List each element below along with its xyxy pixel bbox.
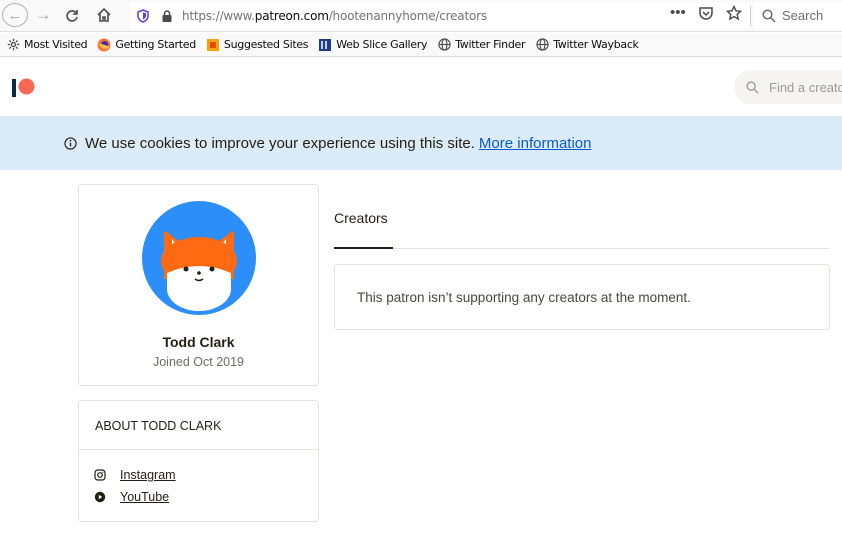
bookmark-most-visited[interactable]: Most Visited bbox=[6, 38, 88, 52]
globe-icon bbox=[535, 38, 549, 52]
browser-search-placeholder: Search bbox=[782, 8, 824, 23]
social-link-youtube: YouTube bbox=[94, 490, 169, 504]
patreon-logo[interactable] bbox=[12, 78, 36, 98]
site-header: Find a creator bbox=[0, 58, 842, 116]
reload-icon bbox=[66, 10, 78, 22]
social-link-instagram: Instagram bbox=[94, 468, 176, 482]
url-text: https://www.patreon.com/hootenannyhome/c… bbox=[182, 8, 487, 23]
about-title: ABOUT TODD CLARK bbox=[95, 419, 222, 433]
gear-icon bbox=[6, 38, 20, 52]
profile-joined-date: Joined Oct 2019 bbox=[152, 355, 245, 369]
bookmark-web-slice-gallery[interactable]: Web Slice Gallery bbox=[318, 38, 428, 52]
about-divider bbox=[79, 449, 318, 450]
bookmark-getting-started[interactable]: Getting Started bbox=[97, 38, 196, 52]
address-actions: ••• bbox=[670, 4, 742, 21]
browser-search-box[interactable]: Search bbox=[754, 2, 842, 29]
lock-icon[interactable] bbox=[160, 9, 174, 23]
globe-icon bbox=[437, 38, 451, 52]
suggested-sites-icon bbox=[206, 38, 220, 52]
cookie-banner: We use cookies to improve your experienc… bbox=[0, 116, 842, 170]
bookmark-star-icon[interactable] bbox=[725, 4, 742, 21]
cookie-message: We use cookies to improve your experienc… bbox=[85, 134, 475, 152]
browser-toolbar: ← → https://www.patreon.com/hootenannyho… bbox=[0, 0, 842, 32]
firefox-icon bbox=[97, 38, 111, 52]
profile-name: Todd Clark bbox=[162, 334, 235, 350]
more-information-link[interactable]: More information bbox=[479, 135, 592, 152]
pocket-icon[interactable] bbox=[698, 5, 714, 21]
profile-card: Todd Clark Joined Oct 2019 bbox=[78, 184, 319, 386]
tracking-shield-icon[interactable] bbox=[136, 8, 150, 23]
search-icon bbox=[746, 80, 759, 94]
info-icon bbox=[64, 136, 77, 150]
instagram-icon bbox=[94, 469, 106, 481]
web-slice-icon bbox=[318, 38, 332, 52]
address-bar[interactable]: https://www.patreon.com/hootenannyhome/c… bbox=[130, 2, 750, 29]
bookmark-twitter-wayback[interactable]: Twitter Wayback bbox=[535, 38, 639, 52]
youtube-icon bbox=[94, 491, 106, 503]
avatar bbox=[142, 201, 256, 315]
bookmark-twitter-finder[interactable]: Twitter Finder bbox=[437, 38, 526, 52]
page-actions-icon[interactable]: ••• bbox=[670, 4, 686, 21]
creator-search-placeholder: Find a creator bbox=[769, 79, 842, 95]
tab-divider bbox=[334, 248, 830, 249]
empty-state-card: This patron isn’t supporting any creator… bbox=[334, 264, 830, 330]
back-button[interactable]: ← bbox=[2, 3, 28, 27]
tab-creators[interactable]: Creators bbox=[334, 210, 388, 226]
home-button[interactable] bbox=[92, 3, 116, 27]
empty-state-message: This patron isn’t supporting any creator… bbox=[357, 289, 691, 305]
instagram-link[interactable]: Instagram bbox=[120, 468, 176, 482]
search-icon bbox=[762, 8, 776, 23]
youtube-link[interactable]: YouTube bbox=[120, 490, 169, 504]
bookmarks-toolbar: Most Visited Getting Started Suggested S… bbox=[0, 33, 842, 57]
bookmark-suggested-sites[interactable]: Suggested Sites bbox=[206, 38, 309, 52]
reload-button[interactable] bbox=[60, 3, 84, 27]
home-icon bbox=[97, 7, 111, 22]
creator-search-input[interactable]: Find a creator bbox=[734, 70, 842, 104]
forward-button[interactable]: → bbox=[33, 3, 53, 27]
tab-active-indicator bbox=[334, 247, 393, 249]
toolbar-separator bbox=[750, 6, 751, 26]
